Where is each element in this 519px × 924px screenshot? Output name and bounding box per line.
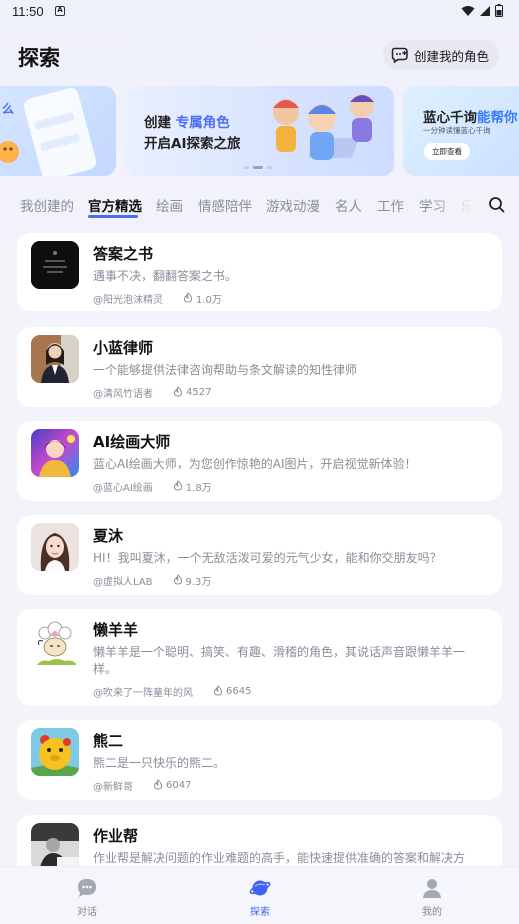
chat-bubble-icon [78,879,96,897]
character-heat: 6645 [226,686,252,697]
character-name: 懒羊羊 [93,621,139,639]
character-author: @吹来了一阵童年的风 [93,688,193,699]
character-avatar [31,429,79,477]
character-meta: @吹来了一阵童年的风 6645 [93,684,251,699]
character-card[interactable]: 答案之书 遇事不决，翻翻答案之书。 @阳光泡沫精灵 1.0万 [17,233,502,311]
heat-icon [153,778,163,793]
character-author: @阳光泡沫精灵 [93,295,163,306]
character-author: @蓝心AI绘画 [93,483,153,494]
character-description: 熊二是一只快乐的熊二。 [93,756,226,770]
nav-me-label: 我的 [422,907,442,918]
character-meta: @阳光泡沫精灵 1.0万 [93,291,222,306]
character-heat: 6047 [166,780,192,791]
nav-explore[interactable]: 探索 [230,877,290,918]
character-description: 懒羊羊是一个聪明、搞笑、有趣、滑稽的角色，其说话声音跟懒羊羊一样。 [93,645,466,676]
character-card[interactable]: 小蓝律师 一个能够提供法律咨询帮助与条文解读的知性律师 @清风竹语者 4527 [17,327,502,407]
homework-avatar [31,823,79,871]
character-author: @虚拟人LAB [93,577,153,588]
character-name: AI绘画大师 [93,433,171,451]
ai-painting-avatar [31,429,79,477]
character-description: 遇事不决，翻翻答案之书。 [93,269,238,283]
nav-chat-label: 对话 [77,907,97,918]
bear-avatar [31,728,79,776]
character-meta: @新鲜哥 6047 [93,778,191,793]
heat-icon [173,573,183,588]
character-heat: 1.0万 [196,295,222,306]
character-meta: @虚拟人LAB 9.3万 [93,573,211,588]
nav-explore-label: 探索 [250,907,270,918]
character-avatar [31,523,79,571]
character-description: HI！我叫夏沐，一个无敌活泼可爱的元气少女，能和你交朋友吗？ [93,551,442,565]
lawyer-portrait [31,335,79,383]
character-name: 小蓝律师 [93,339,154,357]
character-meta: @清风竹语者 4527 [93,385,211,400]
heat-icon [213,684,223,699]
character-avatar [31,335,79,383]
character-author: @清风竹语者 [93,389,153,400]
character-card[interactable]: AI绘画大师 蓝心AI绘画大师，为您创作惊艳的AI图片，开启视觉新体验！ @蓝心… [17,421,502,501]
character-card[interactable]: 夏沐 HI！我叫夏沐，一个无敌活泼可爱的元气少女，能和你交朋友吗？ @虚拟人LA… [17,515,502,595]
character-avatar [31,241,79,289]
character-author: @新鲜哥 [93,782,133,793]
character-avatar [31,619,79,667]
character-avatar [31,823,79,871]
character-heat: 9.3万 [185,577,212,588]
nav-chat[interactable]: 对话 [57,877,117,918]
girl-portrait [31,523,79,571]
bottom-navigation: 对话 探索 我的 [0,866,519,924]
character-meta: @蓝心AI绘画 1.8万 [93,479,212,494]
character-heat: 1.8万 [185,483,212,494]
character-card[interactable]: 懒羊羊 懒羊羊是一个聪明、搞笑、有趣、滑稽的角色，其说话声音跟懒羊羊一样。 @吹… [17,609,502,706]
character-avatar [31,728,79,776]
heat-icon [183,291,193,306]
character-name: 熊二 [93,732,124,750]
book-cover-icon [31,241,79,289]
nav-me[interactable]: 我的 [402,877,462,918]
heat-icon [173,385,183,400]
character-heat: 4527 [186,387,212,398]
character-description: 作业帮是解决问题的作业难题的高手，能快速提供准确的答案和解决方 [93,851,466,865]
user-icon [423,879,441,898]
character-name: 答案之书 [93,245,154,263]
character-card[interactable]: 熊二 熊二是一只快乐的熊二。 @新鲜哥 6047 [17,720,502,800]
lazy-sheep-avatar [31,619,79,667]
character-name: 夏沐 [93,527,124,545]
character-name: 作业帮 [93,827,139,845]
character-description: 一个能够提供法律咨询帮助与条文解读的知性律师 [93,363,358,377]
character-list: 答案之书 遇事不决，翻翻答案之书。 @阳光泡沫精灵 1.0万 小蓝律师 一个能够… [0,0,519,924]
heat-icon [173,479,183,494]
planet-icon [249,880,271,896]
character-description: 蓝心AI绘画大师，为您创作惊艳的AI图片，开启视觉新体验！ [93,457,417,471]
